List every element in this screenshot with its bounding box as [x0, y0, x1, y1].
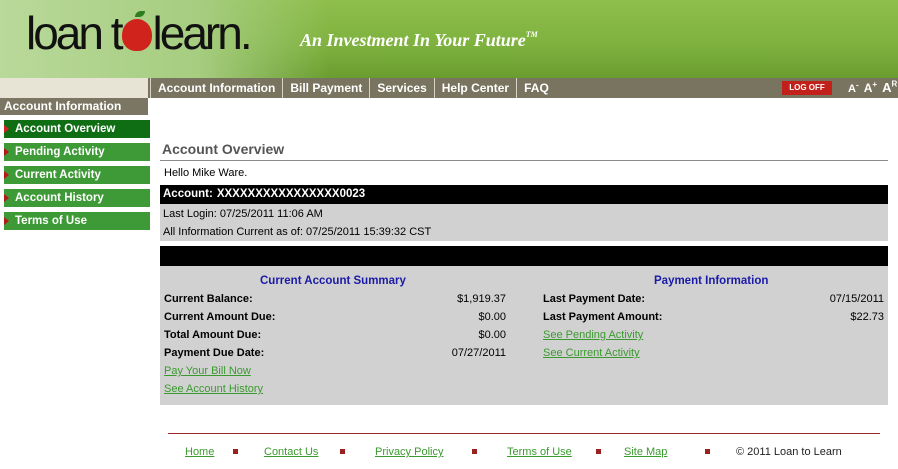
summary-title: Current Account Summary — [260, 275, 406, 287]
total-amount-due-label: Total Amount Due: — [164, 329, 262, 341]
log-off-button[interactable]: LOG OFF — [782, 81, 832, 95]
footer-divider — [168, 433, 880, 434]
main-nav: Account Information Bill Payment Service… — [150, 78, 556, 98]
sidebar-item-current-activity[interactable]: Current Activity — [4, 166, 150, 184]
last-payment-date-value: 07/15/2011 — [829, 293, 884, 305]
font-reset-button[interactable]: AR — [882, 80, 897, 95]
see-account-history-link[interactable]: See Account History — [164, 383, 263, 395]
site-header: loan t learn. An Investment In Your Futur… — [0, 0, 898, 78]
logo-text-right: learn. — [152, 7, 253, 59]
last-payment-amount-label: Last Payment Amount: — [543, 311, 663, 323]
last-payment-date-label: Last Payment Date: — [543, 293, 646, 305]
summary-panel: Current Account Summary Current Balance:… — [160, 266, 888, 405]
sidebar-item-terms-of-use[interactable]: Terms of Use — [4, 212, 150, 230]
footer-contact-link[interactable]: Contact Us — [264, 446, 318, 458]
site-logo[interactable]: loan t learn. — [26, 6, 253, 60]
copyright-text: © 2011 Loan to Learn — [736, 446, 842, 458]
footer-privacy-link[interactable]: Privacy Policy — [375, 446, 443, 458]
nav-left-pad — [0, 78, 148, 98]
payment-info-title: Payment Information — [654, 275, 769, 287]
current-balance-label: Current Balance: — [164, 293, 253, 305]
summary-header-band — [160, 246, 888, 266]
font-smaller-button[interactable]: A- — [848, 81, 859, 96]
title-divider — [160, 160, 888, 161]
footer-bullet-icon — [233, 449, 238, 454]
current-amount-due-label: Current Amount Due: — [164, 311, 276, 323]
nav-services[interactable]: Services — [369, 78, 433, 98]
footer-bullet-icon — [705, 449, 710, 454]
trademark-mark: TM — [525, 30, 538, 39]
footer-terms-link[interactable]: Terms of Use — [507, 446, 572, 458]
logo-text-left: loan t — [26, 7, 124, 59]
account-number-bar: Account: XXXXXXXXXXXXXXXX0023 — [160, 185, 888, 204]
sidebar-item-account-overview[interactable]: Account Overview — [4, 120, 150, 138]
main-nav-bar: Account Information Bill Payment Service… — [0, 78, 898, 98]
account-label: Account: — [163, 188, 213, 200]
see-pending-activity-link[interactable]: See Pending Activity — [543, 329, 643, 341]
last-login-text: Last Login: 07/25/2011 11:06 AM — [163, 208, 323, 220]
footer-bullet-icon — [472, 449, 477, 454]
nav-help-center[interactable]: Help Center — [433, 78, 516, 98]
page-title: Account Overview — [162, 141, 285, 157]
sidebar-header: Account Information — [0, 98, 148, 115]
footer-bullet-icon — [596, 449, 601, 454]
apple-logo-icon — [121, 11, 152, 51]
info-current-text: All Information Current as of: 07/25/201… — [163, 226, 432, 238]
see-current-activity-link[interactable]: See Current Activity — [543, 347, 640, 359]
sidebar-item-account-history[interactable]: Account History — [4, 189, 150, 207]
font-larger-button[interactable]: A+ — [864, 80, 877, 95]
current-balance-value: $1,919.37 — [457, 293, 506, 305]
footer-home-link[interactable]: Home — [185, 446, 214, 458]
footer-sitemap-link[interactable]: Site Map — [624, 446, 667, 458]
payment-due-date-label: Payment Due Date: — [164, 347, 265, 359]
nav-faq[interactable]: FAQ — [516, 78, 556, 98]
total-amount-due-value: $0.00 — [478, 329, 506, 341]
account-number: XXXXXXXXXXXXXXXX0023 — [216, 188, 366, 200]
site-tagline: An Investment In Your FutureTM — [300, 30, 538, 51]
sidebar-item-pending-activity[interactable]: Pending Activity — [4, 143, 150, 161]
nav-bill-payment[interactable]: Bill Payment — [282, 78, 369, 98]
pay-your-bill-link[interactable]: Pay Your Bill Now — [164, 365, 251, 377]
login-info-panel: Last Login: 07/25/2011 11:06 AM All Info… — [160, 204, 888, 241]
current-amount-due-value: $0.00 — [478, 311, 506, 323]
tagline-text: An Investment In Your Future — [300, 30, 526, 50]
greeting-text: Hello Mike Ware. — [164, 167, 248, 179]
last-payment-amount-value: $22.73 — [850, 311, 884, 323]
payment-due-date-value: 07/27/2011 — [451, 347, 506, 359]
font-size-controls: A- A+ AR — [848, 80, 898, 95]
footer-bullet-icon — [340, 449, 345, 454]
nav-account-information[interactable]: Account Information — [150, 78, 282, 98]
